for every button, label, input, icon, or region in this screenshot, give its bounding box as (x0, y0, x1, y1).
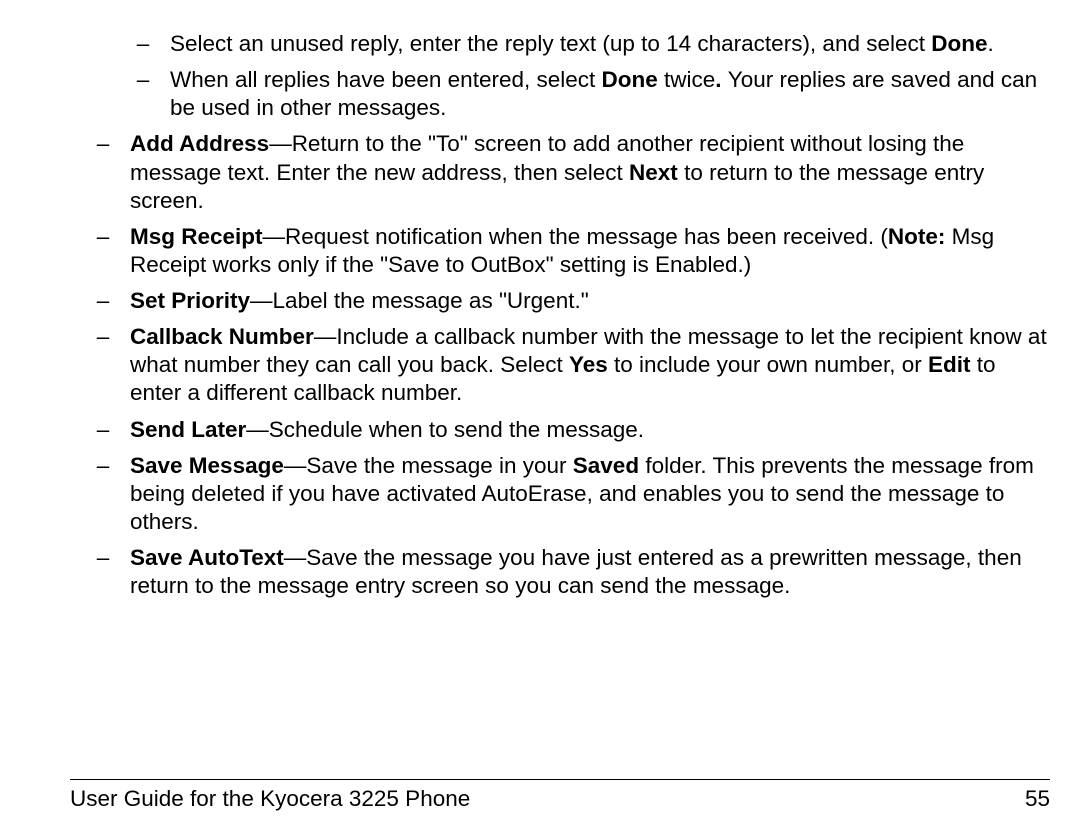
list-item: – Set Priority—Label the message as "Urg… (130, 287, 1050, 315)
dash-icon: – (88, 416, 118, 444)
list-item: – Add Address—Return to the "To" screen … (130, 130, 1050, 214)
option-name: Save AutoText (130, 545, 284, 570)
footer-title: User Guide for the Kyocera 3225 Phone (70, 786, 470, 812)
list-item: – Send Later—Schedule when to send the m… (130, 416, 1050, 444)
dash-icon: – (128, 30, 158, 58)
page-number: 55 (1025, 786, 1050, 812)
bold-text: Saved (573, 453, 639, 478)
bold-text: . (715, 67, 728, 92)
dash-icon: – (88, 130, 118, 158)
list-item: – When all replies have been entered, se… (170, 66, 1050, 122)
text: Select an unused reply, enter the reply … (170, 31, 931, 56)
text: —Save the message in your (284, 453, 573, 478)
dash-icon: – (88, 287, 118, 315)
dash-icon: – (88, 323, 118, 351)
text: twice (658, 67, 716, 92)
dash-icon: – (88, 452, 118, 480)
option-list: – Add Address—Return to the "To" screen … (70, 130, 1050, 600)
text: —Label the message as "Urgent." (250, 288, 589, 313)
option-name: Send Later (130, 417, 246, 442)
dash-icon: – (128, 66, 158, 94)
list-item: – Select an unused reply, enter the repl… (170, 30, 1050, 58)
option-name: Callback Number (130, 324, 314, 349)
option-name: Save Message (130, 453, 284, 478)
text: to include your own number, or (608, 352, 928, 377)
text: —Schedule when to send the message. (246, 417, 644, 442)
page: – Select an unused reply, enter the repl… (0, 0, 1080, 834)
list-item: – Save AutoText—Save the message you hav… (130, 544, 1050, 600)
text: When all replies have been entered, sele… (170, 67, 602, 92)
bold-text: Edit (928, 352, 971, 377)
bold-text: Yes (569, 352, 608, 377)
page-footer: User Guide for the Kyocera 3225 Phone 55 (70, 779, 1050, 812)
dash-icon: – (88, 223, 118, 251)
bold-text: Done (602, 67, 658, 92)
text: . (988, 31, 994, 56)
text: —Request notification when the message h… (263, 224, 888, 249)
list-item: – Callback Number—Include a callback num… (130, 323, 1050, 407)
option-name: Msg Receipt (130, 224, 263, 249)
option-name: Set Priority (130, 288, 250, 313)
bold-text: Note: (888, 224, 946, 249)
content-area: – Select an unused reply, enter the repl… (70, 30, 1050, 608)
option-name: Add Address (130, 131, 269, 156)
nested-list: – Select an unused reply, enter the repl… (70, 30, 1050, 122)
bold-text: Next (629, 160, 678, 185)
list-item: – Save Message—Save the message in your … (130, 452, 1050, 536)
list-item: – Msg Receipt—Request notification when … (130, 223, 1050, 279)
bold-text: Done (931, 31, 987, 56)
dash-icon: – (88, 544, 118, 572)
